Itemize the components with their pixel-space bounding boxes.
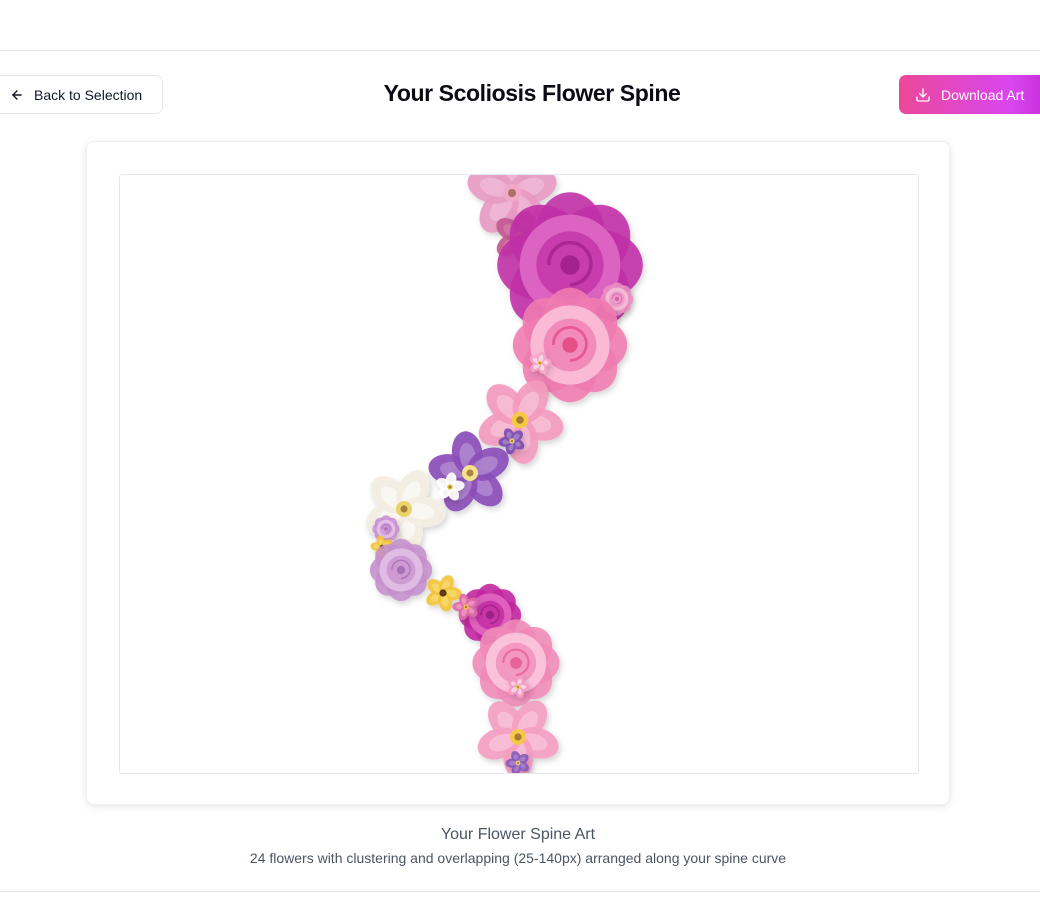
footer-divider bbox=[0, 891, 1040, 892]
page-title: Your Scoliosis Flower Spine bbox=[383, 80, 681, 106]
caption-title: Your Flower Spine Art bbox=[440, 826, 596, 843]
download-icon bbox=[915, 87, 931, 103]
flower-spine-canvas bbox=[119, 174, 919, 774]
download-art-button[interactable]: Download Art bbox=[899, 75, 1040, 114]
flower-spine-art bbox=[365, 175, 643, 773]
art-card bbox=[86, 141, 950, 805]
download-button-label: Download Art bbox=[941, 86, 1025, 103]
header-divider bbox=[0, 50, 1040, 51]
caption-subtitle: 24 flowers with clustering and overlappi… bbox=[249, 850, 787, 866]
